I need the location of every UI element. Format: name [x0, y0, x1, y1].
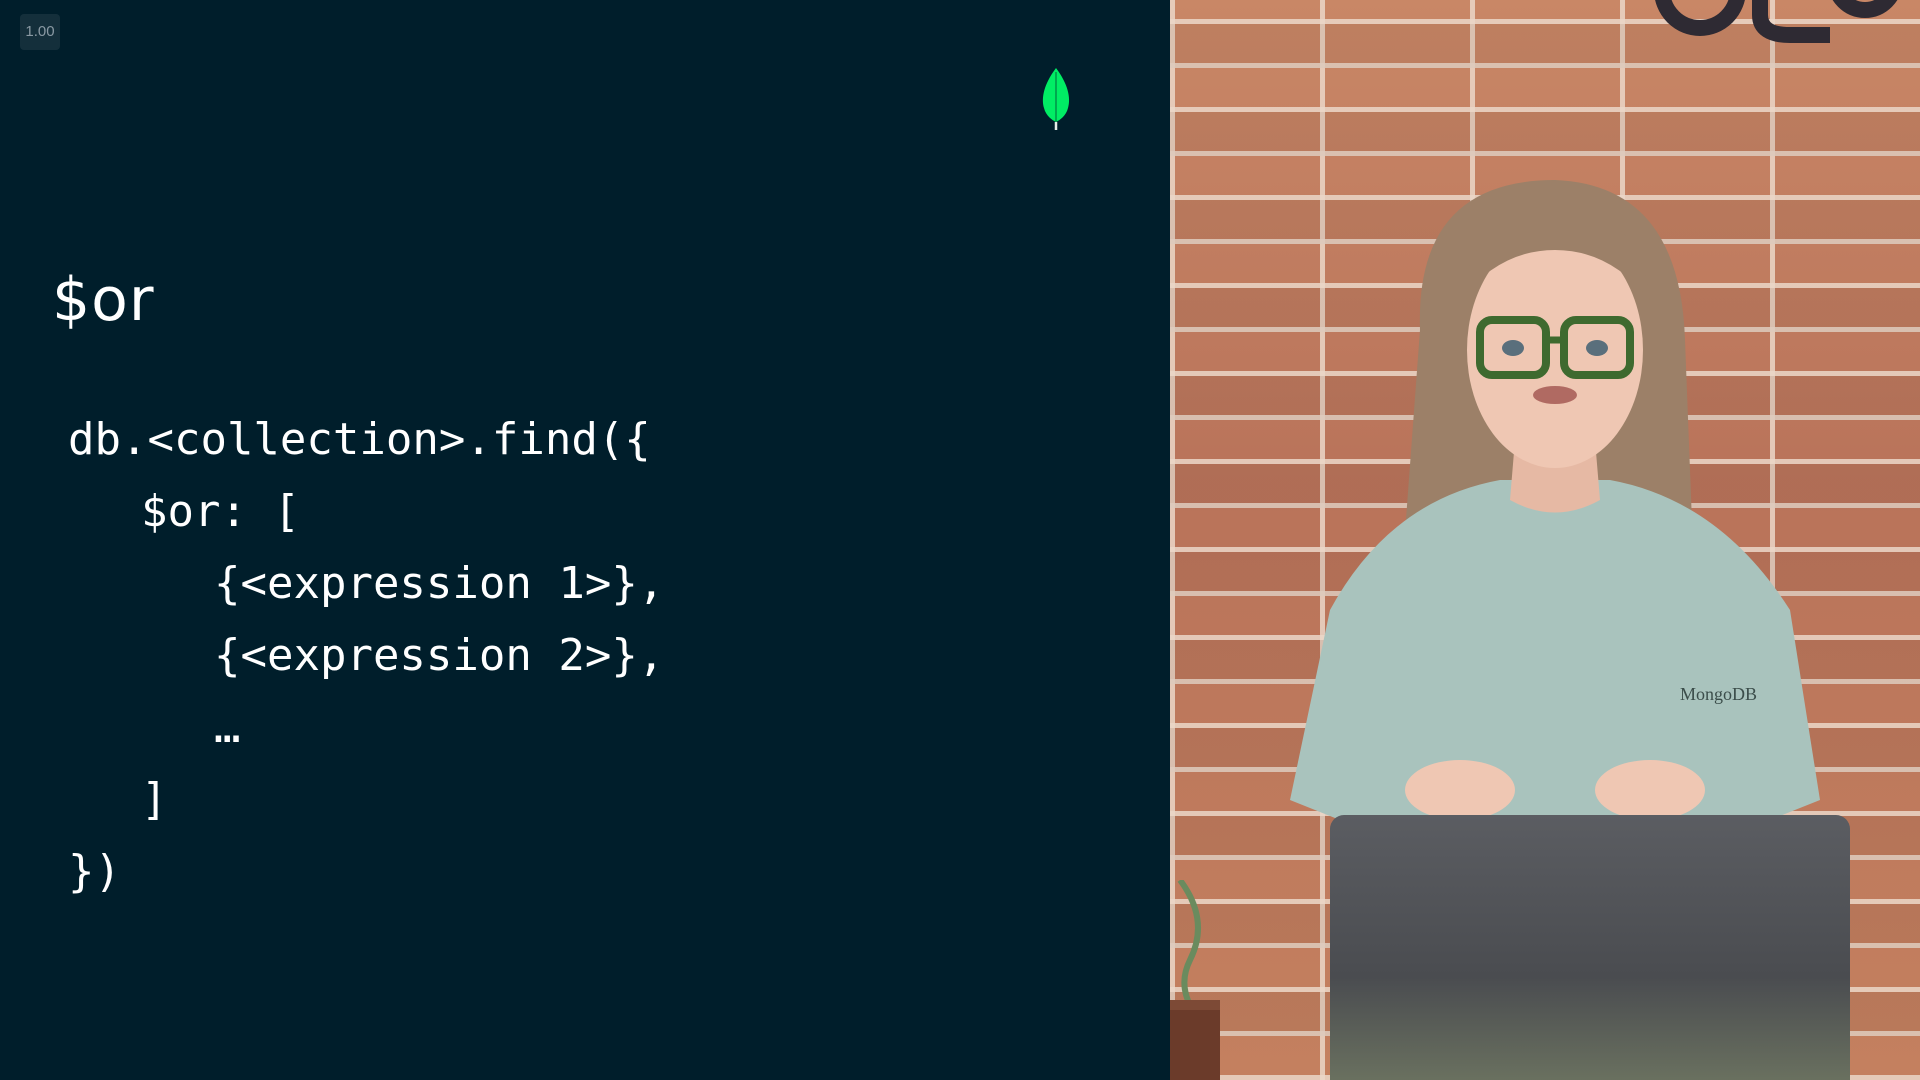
plant-decoration [1170, 880, 1220, 1080]
code-line: $or: [ [141, 486, 300, 537]
video-frame: 1.00 $or db.<collection>.find({ $or: [ {… [0, 0, 1920, 1080]
shirt-logo-text: MongoDB [1680, 684, 1757, 704]
code-line: db.<collection>.find({ [68, 414, 651, 465]
wall-logo-graphic [1655, 0, 1898, 43]
slide-title: $or [52, 265, 155, 335]
code-line: }) [68, 846, 121, 897]
presenter-video: MongoDB [1170, 0, 1920, 1080]
code-line: … [214, 702, 241, 753]
slide-panel: 1.00 $or db.<collection>.find({ $or: [ {… [0, 0, 1170, 1080]
code-line: {<expression 1>}, [214, 558, 665, 609]
mongodb-leaf-icon [1042, 68, 1070, 130]
playback-speed-badge[interactable]: 1.00 [20, 14, 60, 50]
code-line: {<expression 2>}, [214, 630, 665, 681]
code-line: ] [141, 774, 168, 825]
laptop [1330, 815, 1850, 1080]
code-snippet: db.<collection>.find({ $or: [ {<expressi… [68, 404, 664, 908]
